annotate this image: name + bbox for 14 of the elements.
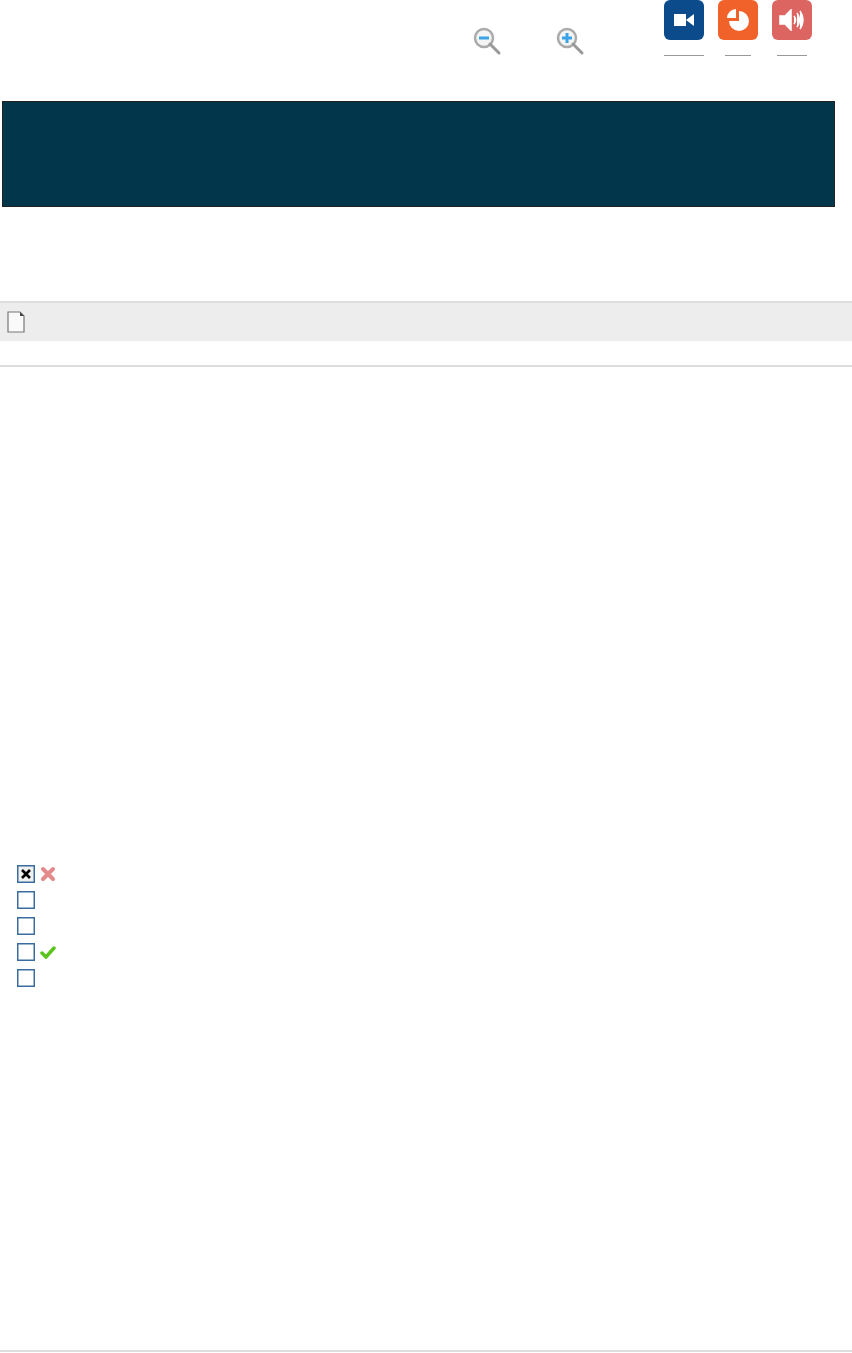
speaker-icon [779,9,805,31]
checkbox[interactable] [17,890,35,909]
zoom-in-icon[interactable] [555,26,585,56]
checkbox[interactable] [17,968,35,987]
checkbox[interactable] [17,916,35,935]
pie-chart-icon [726,8,750,32]
checkbox[interactable] [17,942,35,961]
video-camera-icon [674,13,694,27]
document-icon [7,311,25,333]
video-button[interactable] [664,0,704,40]
pie-button[interactable] [718,0,758,40]
zoom-out-icon[interactable] [472,26,502,56]
sound-button[interactable] [772,0,812,40]
checkbox[interactable] [17,864,35,883]
